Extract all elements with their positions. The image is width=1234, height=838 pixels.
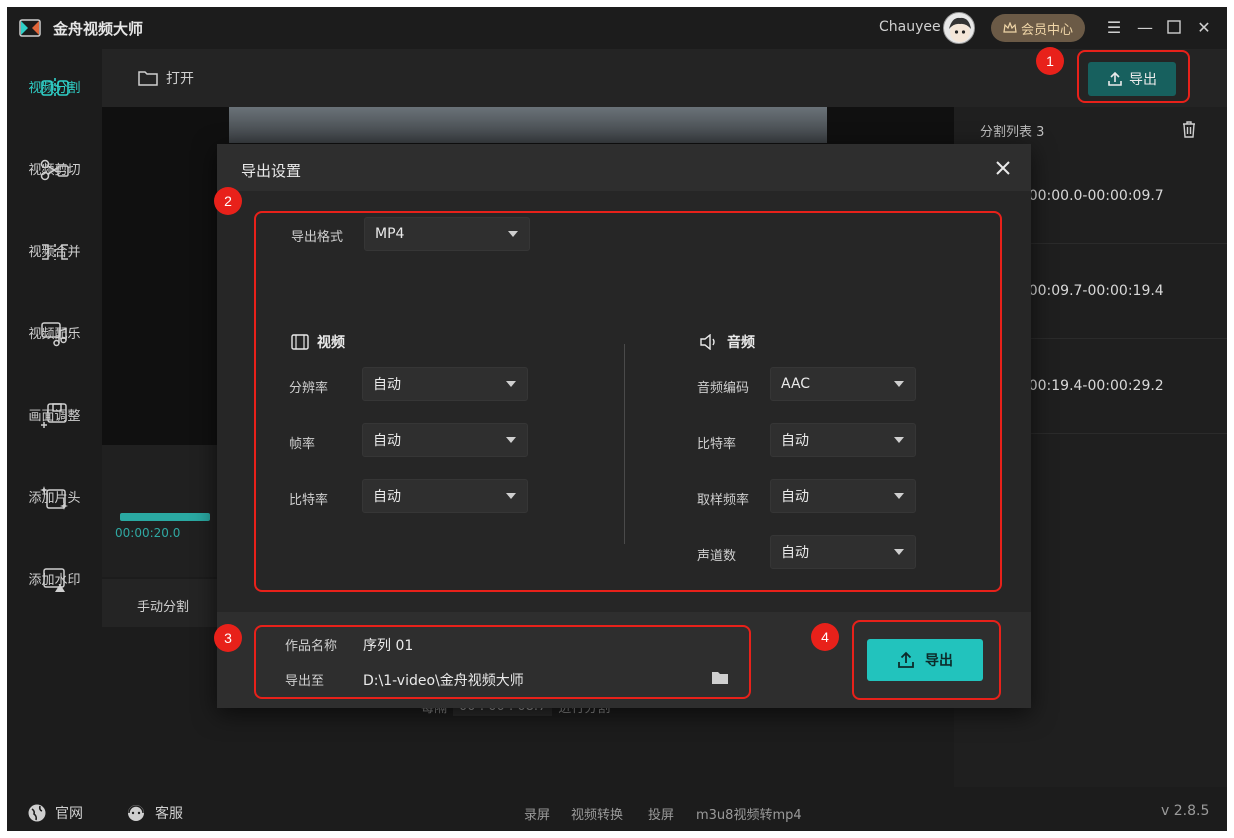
sidebar-item-label: 视频合并 (28, 245, 81, 260)
current-time: 00:00:20.0 (115, 526, 181, 540)
close-icon[interactable] (993, 158, 1013, 178)
member-center-label: 会员中心 (1020, 22, 1073, 38)
annotation-box-2 (254, 211, 1002, 592)
version-label: v 2.8.5 (1161, 803, 1210, 819)
globe-icon (28, 804, 46, 822)
website-link[interactable]: 官网 (27, 803, 83, 823)
footer-link-convert[interactable]: 视频转换 (571, 804, 623, 823)
sidebar-item-adjust[interactable]: 画面调整 (7, 391, 102, 467)
footer-link-record[interactable]: 录屏 (524, 804, 550, 823)
sidebar-item-watermark[interactable]: 添加水印 (7, 555, 102, 631)
annotation-badge-2: 2 (214, 187, 242, 215)
footer-link-m3u8[interactable]: m3u8视频转mp4 (696, 804, 802, 823)
app-logo-icon (19, 19, 41, 37)
trash-icon[interactable] (1181, 120, 1197, 138)
avatar[interactable] (943, 12, 975, 44)
app-window: 金舟视频大师 Chauyee 会员中心 ☰ — ✕ 视频分割 视频剪切 视频合并… (7, 7, 1227, 831)
annotation-box-3 (254, 625, 751, 699)
open-label: 打开 (166, 71, 194, 87)
annotation-badge-4: 4 (811, 623, 839, 651)
service-link[interactable]: 客服 (125, 803, 183, 823)
headset-icon (128, 805, 144, 821)
annotation-badge-1: 1 (1036, 47, 1064, 75)
split-list-header: 分割列表 3 (980, 125, 1045, 140)
tab-manual-split[interactable]: 手动分割 (137, 596, 189, 615)
footer-link-cast[interactable]: 投屏 (648, 804, 674, 823)
sidebar-item-label: 视频分割 (28, 81, 81, 96)
close-window-icon[interactable]: ✕ (1194, 17, 1214, 37)
sidebar: 视频分割 视频剪切 视频合并 视频配乐 画面调整 添加片头 添加水印 (7, 49, 102, 831)
menu-icon[interactable]: ☰ (1104, 17, 1124, 37)
service-label: 客服 (155, 806, 183, 822)
website-label: 官网 (55, 806, 83, 822)
sidebar-item-label: 添加水印 (28, 573, 81, 588)
open-button[interactable]: 打开 (138, 68, 194, 88)
minimize-icon[interactable]: — (1135, 17, 1155, 37)
username[interactable]: Chauyee (879, 19, 941, 35)
sidebar-item-label: 添加片头 (28, 491, 81, 506)
export-settings-dialog: 导出设置 导出格式 MP4 视频 分辨率 自动 帧率 自动 比特率 自动 音频 … (214, 144, 1031, 708)
title-bar: 金舟视频大师 Chauyee 会员中心 ☰ — ✕ (7, 7, 1227, 49)
sidebar-item-intro[interactable]: 添加片头 (7, 473, 102, 549)
annotation-box-1 (1077, 50, 1190, 103)
dialog-header: 导出设置 (217, 144, 1031, 192)
annotation-badge-3: 3 (214, 624, 242, 652)
progress-bar[interactable] (120, 513, 210, 521)
segment-time: :00:19.4-00:00:29.2 (1024, 378, 1164, 394)
maximize-icon[interactable] (1164, 17, 1184, 37)
member-center-button[interactable]: 会员中心 (991, 14, 1085, 42)
segment-time: :00:00.0-00:00:09.7 (1024, 188, 1164, 204)
video-frame (229, 107, 827, 143)
sidebar-item-label: 视频剪切 (28, 163, 81, 178)
app-title: 金舟视频大师 (53, 20, 144, 38)
sidebar-item-split[interactable]: 视频分割 (7, 63, 102, 139)
sidebar-item-label: 视频配乐 (28, 327, 81, 342)
sidebar-item-merge[interactable]: 视频合并 (7, 227, 102, 303)
sidebar-item-cut[interactable]: 视频剪切 (7, 145, 102, 221)
sidebar-item-label: 画面调整 (28, 409, 81, 424)
segment-time: :00:09.7-00:00:19.4 (1024, 283, 1164, 299)
sidebar-item-music[interactable]: 视频配乐 (7, 309, 102, 385)
annotation-box-4 (852, 620, 1001, 700)
crown-icon (1003, 22, 1017, 33)
dialog-title: 导出设置 (241, 162, 302, 180)
avatar-face-icon (949, 17, 971, 42)
folder-icon (138, 71, 158, 86)
